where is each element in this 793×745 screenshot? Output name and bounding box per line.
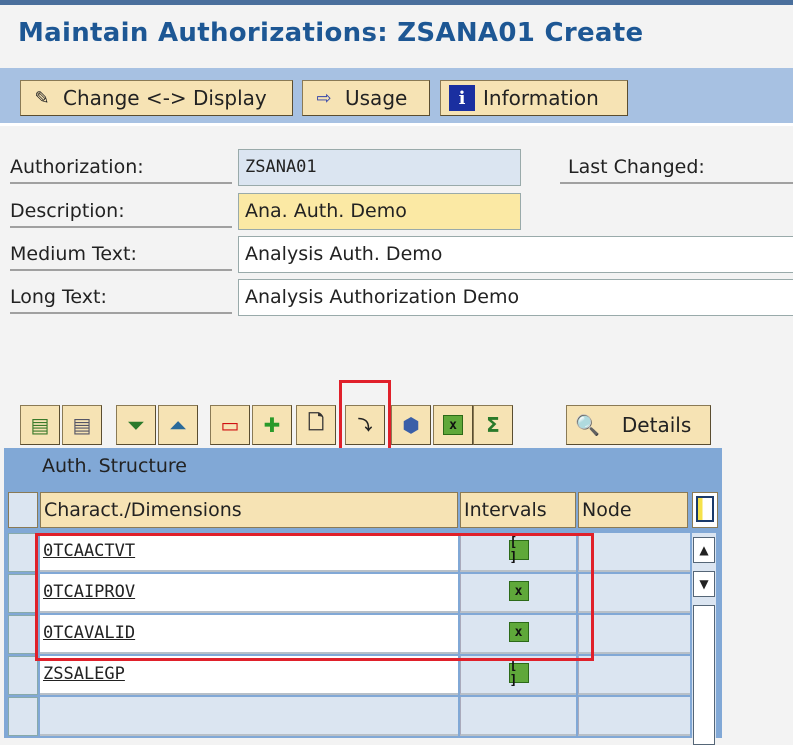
intervals-cell[interactable]: [ ] (460, 656, 576, 695)
deselect-all-button[interactable]: ▤ (62, 405, 102, 445)
filter-icon: ⏷ (128, 413, 144, 437)
full-authorization-button[interactable]: x (433, 405, 473, 445)
vertical-scrollbar[interactable]: ▲ ▼ (692, 533, 716, 745)
sum-button[interactable]: Σ (473, 405, 513, 445)
insert-row-button[interactable]: ✚ (252, 405, 292, 445)
row-selector[interactable] (8, 656, 38, 695)
new-document-button[interactable]: 🗋 (296, 405, 336, 445)
change-display-button[interactable]: ✎ Change <-> Display (20, 80, 293, 116)
node-cell[interactable] (578, 656, 690, 695)
intervals-cell[interactable] (460, 697, 576, 736)
info-icon: i (449, 85, 475, 111)
node-cell[interactable] (578, 574, 690, 613)
column-header-intervals[interactable]: Intervals (460, 492, 576, 528)
sigma-icon: Σ (486, 413, 500, 437)
medium-text-label: Medium Text: (10, 237, 232, 271)
long-text-input[interactable]: Analysis Authorization Demo (238, 279, 793, 316)
node-cell[interactable] (578, 615, 690, 654)
scroll-track[interactable] (693, 605, 715, 745)
select-all-icon: ▤ (30, 413, 50, 437)
highlight-hierarchy-button (339, 380, 391, 452)
select-all-rows-cell[interactable] (8, 492, 38, 528)
green-x-icon: x (443, 415, 463, 435)
document-icon: 🗋 (307, 410, 325, 434)
pencil-glasses-icon: ✎ (34, 87, 50, 109)
usage-button[interactable]: ⇨ Usage (302, 80, 430, 116)
where-used-icon: ⇨ (316, 87, 332, 109)
deselect-all-icon: ▤ (72, 413, 92, 437)
column-header-charact[interactable]: Charact./Dimensions (40, 492, 458, 528)
sort-icon: ⏶ (170, 413, 186, 437)
cube-icon: ⬢ (402, 413, 420, 437)
column-header-node[interactable]: Node (578, 492, 688, 528)
row-selector[interactable] (8, 533, 38, 572)
row-selector[interactable] (8, 615, 38, 654)
select-all-button[interactable]: ▤ (20, 405, 60, 445)
table-title: Auth. Structure (42, 455, 187, 477)
long-text-label: Long Text: (10, 280, 232, 314)
table-row[interactable]: ZSSALEGP (40, 656, 458, 695)
authorization-label: Authorization: (10, 150, 232, 184)
scroll-down-button[interactable]: ▼ (693, 571, 715, 597)
authorization-field: ZSANA01 (238, 149, 521, 186)
window-top-border (0, 0, 793, 5)
node-cell[interactable] (578, 697, 690, 736)
row-selector[interactable] (8, 574, 38, 613)
filter-button[interactable]: ⏷ (116, 405, 156, 445)
node-cell[interactable] (578, 533, 690, 572)
insert-row-icon: ✚ (263, 413, 281, 437)
row-selector[interactable] (8, 697, 38, 736)
characteristic-link[interactable]: ZSSALEGP (43, 664, 125, 684)
usage-label: Usage (345, 86, 408, 110)
medium-text-input[interactable]: Analysis Auth. Demo (238, 236, 793, 273)
table-row[interactable] (40, 697, 458, 736)
description-input[interactable]: Ana. Auth. Demo (238, 193, 521, 230)
infoobject-button[interactable]: ⬢ (391, 405, 431, 445)
change-display-label: Change <-> Display (63, 86, 267, 110)
scroll-up-button[interactable]: ▲ (693, 537, 715, 563)
highlight-rows (35, 533, 594, 661)
table-settings-icon (696, 496, 714, 522)
sort-button[interactable]: ⏶ (158, 405, 198, 445)
magnifier-icon: 🔍 (575, 413, 600, 437)
description-label: Description: (10, 194, 232, 228)
column-settings-button[interactable] (692, 492, 718, 528)
last-changed-label: Last Changed: (560, 150, 793, 184)
interval-icon[interactable]: [ ] (508, 658, 529, 688)
delete-row-button[interactable]: ▭ (210, 405, 250, 445)
delete-row-icon: ▭ (220, 413, 240, 437)
details-label: Details (621, 413, 692, 437)
page-title: Maintain Authorizations: ZSANA01 Create (18, 18, 644, 48)
details-button[interactable]: 🔍 Details (566, 405, 711, 445)
information-label: Information (483, 86, 599, 110)
information-button[interactable]: i Information (440, 80, 628, 116)
